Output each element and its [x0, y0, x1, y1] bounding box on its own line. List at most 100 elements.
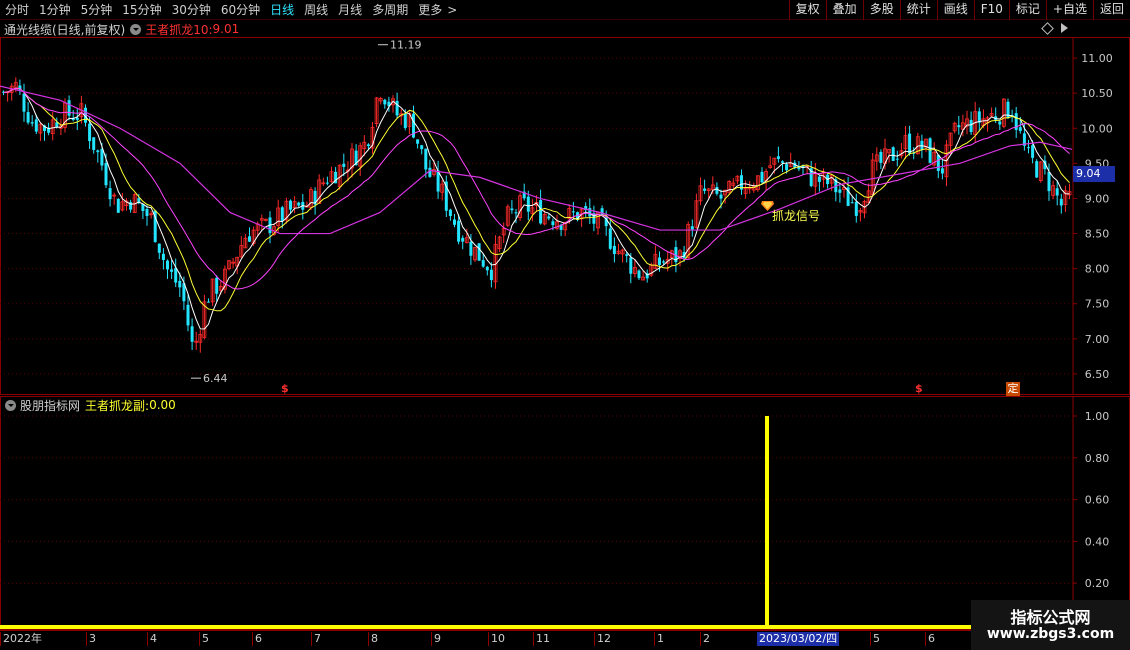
candle-body — [940, 168, 944, 174]
candle-body — [715, 187, 719, 194]
period-tab[interactable]: 60分钟 — [216, 0, 265, 20]
watermark-title: 指标公式网 — [1010, 608, 1091, 627]
sub-indicator-chart[interactable]: 1.00 0.80 0.60 0.40 0.20 — [0, 396, 1130, 630]
candle-body — [342, 163, 346, 167]
candle-body — [248, 236, 251, 242]
period-tab[interactable]: 日线 — [265, 0, 299, 20]
candle-body — [416, 139, 420, 144]
baseline-bar — [0, 625, 971, 629]
candle-body — [448, 209, 452, 217]
watermark: 指标公式网 www.zbgs3.com — [971, 600, 1130, 650]
toolbar-button[interactable]: 统计 — [899, 0, 937, 20]
candle-body — [547, 216, 551, 219]
candle-body — [854, 201, 858, 216]
candle-body — [838, 189, 842, 193]
main-indicator-name[interactable]: 王者抓龙10: — [145, 21, 212, 38]
toolbar-button[interactable]: +自选 — [1045, 0, 1093, 20]
period-tab[interactable]: 1分钟 — [34, 0, 76, 20]
date-label: 6 — [925, 632, 935, 646]
period-tab[interactable]: 30分钟 — [167, 0, 216, 20]
main-price-chart[interactable]: 11.0010.5010.009.509.008.508.007.507.006… — [0, 37, 1130, 395]
candle-body — [215, 277, 219, 294]
low-price-label: 6.44 — [203, 372, 228, 385]
candle-body — [629, 257, 633, 274]
candle-body — [174, 267, 178, 283]
candle-body — [178, 280, 182, 288]
date-label: 5 — [870, 632, 880, 646]
candle-body — [67, 100, 71, 116]
candle-body — [88, 123, 92, 142]
high-price-label: 11.19 — [390, 39, 422, 52]
candle-body — [453, 219, 456, 225]
candle-body — [108, 188, 112, 200]
y-tick-label: 6.50 — [1085, 368, 1110, 381]
period-tab[interactable]: 更多 — [413, 0, 447, 20]
candle-body — [104, 163, 108, 186]
candle-body — [571, 211, 575, 213]
toolbar-button[interactable]: 复权 — [788, 0, 826, 20]
candle-body — [477, 243, 481, 261]
date-label: 3 — [86, 632, 96, 646]
candle-body — [625, 254, 629, 256]
signal-label: 抓龙信号 — [772, 209, 821, 223]
candle-body — [75, 117, 79, 120]
candle-body — [186, 304, 190, 326]
toolbar-button[interactable]: 多股 — [862, 0, 900, 20]
date-axis: 2022年 3 4 5 6 7 8 9 10 11 12 1 2 2023/03/02/四 5 6 — [0, 630, 1130, 646]
candle-body — [719, 194, 723, 199]
y-tick-label: 10.00 — [1081, 122, 1113, 135]
candle-body — [658, 257, 661, 266]
period-tab[interactable]: 5分钟 — [76, 0, 118, 20]
period-tab[interactable]: 15分钟 — [117, 0, 166, 20]
candle-body — [637, 270, 641, 279]
date-label: 7 — [311, 632, 321, 646]
candle-body — [690, 226, 694, 230]
chevron-right-icon[interactable]: > — [447, 0, 462, 20]
current-price-badge: 9.04 — [1073, 166, 1115, 182]
toolbar-button[interactable]: F10 — [973, 0, 1009, 20]
candle-body — [383, 99, 387, 105]
candle-body — [1035, 161, 1039, 178]
candle-body — [781, 161, 784, 163]
y-tick-label: 7.00 — [1085, 333, 1110, 346]
candle-body — [289, 200, 292, 210]
candle-body — [895, 158, 899, 160]
candle-body — [526, 196, 530, 212]
date-label: 2023/03/02/四 — [757, 632, 840, 646]
y-tick-label: 1.00 — [1085, 410, 1110, 423]
y-tick-label: 8.00 — [1085, 263, 1110, 276]
diamond-icon[interactable] — [1041, 22, 1054, 35]
date-label: 11 — [533, 632, 550, 646]
candle-body — [403, 113, 407, 128]
period-tab[interactable]: 周线 — [299, 0, 333, 20]
candle-body — [170, 269, 174, 272]
candle-body — [26, 112, 30, 123]
toolbar-button[interactable]: 叠加 — [825, 0, 863, 20]
signal-bar — [765, 416, 769, 625]
period-tab[interactable]: 分时 — [0, 0, 34, 20]
candle-body — [957, 125, 961, 128]
candle-body — [662, 261, 666, 263]
candle-body — [539, 200, 543, 224]
play-icon[interactable] — [1061, 22, 1070, 35]
main-chart-header: 通光线缆(日线,前复权) 王者抓龙10: 9.01 — [0, 21, 239, 37]
indicator-menu-icon[interactable] — [130, 23, 142, 35]
candle-body — [1031, 145, 1035, 158]
s-mark: $ — [281, 382, 289, 395]
y-tick-label: 0.80 — [1085, 452, 1110, 465]
toolbar-button[interactable]: 标记 — [1008, 0, 1046, 20]
y-tick-label: 10.50 — [1081, 87, 1113, 100]
toolbar-button[interactable]: 返回 — [1092, 0, 1130, 20]
candle-body — [551, 221, 555, 226]
period-tab[interactable]: 月线 — [333, 0, 367, 20]
candle-body — [785, 164, 789, 171]
toolbar-button[interactable]: 画线 — [936, 0, 974, 20]
candle-body — [30, 122, 34, 124]
y-tick-label: 0.40 — [1085, 535, 1110, 548]
candle-body — [879, 151, 883, 163]
s-mark: $ — [915, 382, 923, 395]
candle-body — [1027, 147, 1030, 149]
candle-body — [469, 241, 473, 256]
watermark-url: www.zbgs3.com — [986, 626, 1115, 642]
period-tab[interactable]: 多周期 — [367, 0, 413, 20]
